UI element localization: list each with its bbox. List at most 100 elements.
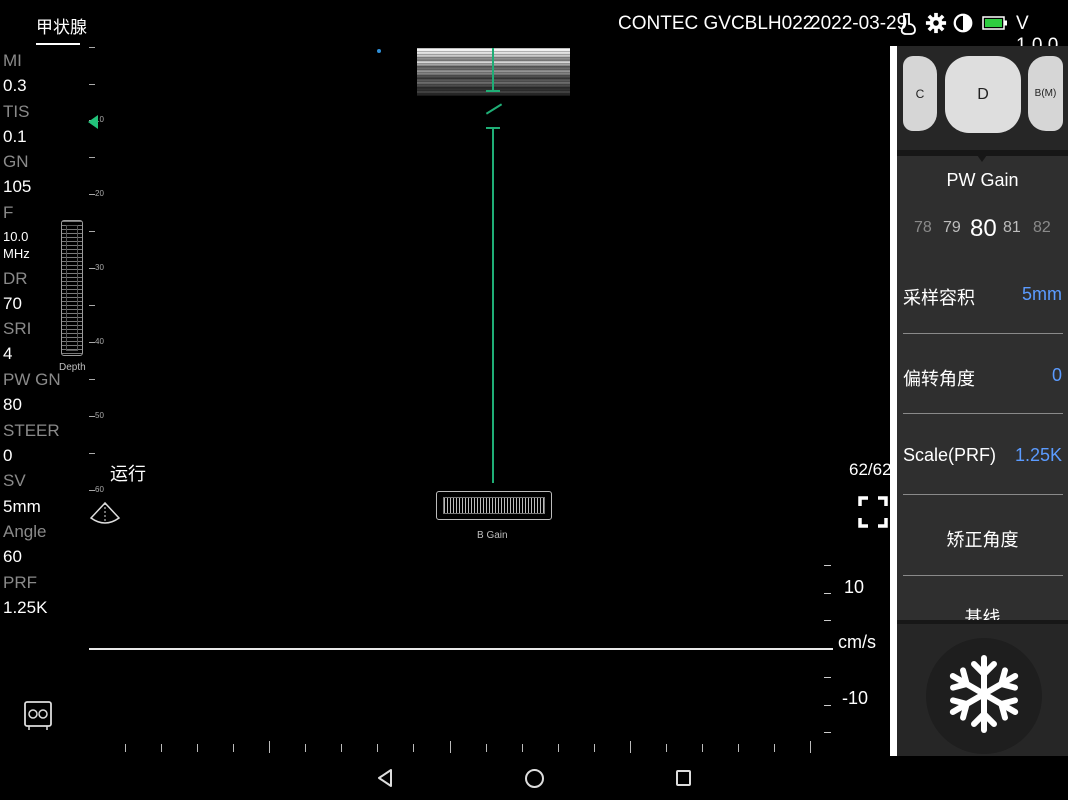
scale-prf-value[interactable]: 1.25K [1015,445,1062,466]
pw-gain-option[interactable]: 78 [914,219,932,237]
time-tick [810,741,811,753]
probe-icon[interactable] [898,12,918,36]
ruler-tick [89,305,95,306]
param-prf-value: 1.25K [3,598,48,617]
ruler-label: 20 [95,189,104,198]
frame-counter: 62/62 [849,460,892,479]
mode-button-d[interactable]: D [945,56,1021,133]
time-tick [413,744,414,752]
velocity-tick [824,565,831,566]
sample-volume-label[interactable]: 采样容积 [903,284,975,310]
velocity-tick [824,677,831,678]
nav-back-icon[interactable] [376,768,394,788]
fullscreen-icon[interactable] [858,496,888,528]
orientation-marker [377,49,381,53]
param-mi-label: MI [3,51,22,70]
param-tis-value: 0.1 [3,127,27,146]
time-tick [630,741,631,753]
menu-divider [903,413,1063,414]
panel-scroll-track[interactable] [890,46,897,756]
mode-button-bm[interactable]: B(M) [1028,56,1063,131]
time-tick [161,744,162,752]
time-tick [486,744,487,752]
baseline-button[interactable]: 基线 [897,604,1068,620]
contrast-icon[interactable] [952,12,974,34]
pw-gain-option[interactable]: 82 [1033,219,1051,237]
depth-slider[interactable] [61,220,83,356]
nav-recent-apps-icon[interactable] [676,770,691,786]
tab-thyroid[interactable]: 甲状腺 [36,13,87,38]
pw-gain-option[interactable]: 81 [1003,219,1021,237]
param-dr-value: 70 [3,294,22,313]
param-dr-label: DR [3,269,28,288]
selected-mode-indicator [977,155,987,162]
sample-volume-value[interactable]: 5mm [1022,284,1062,305]
steer-angle-value[interactable]: 0 [1052,365,1062,386]
param-sv-label: SV [3,471,26,490]
time-tick [197,744,198,752]
sector-probe-icon[interactable] [89,500,121,526]
time-tick [377,744,378,752]
ruler-label: 40 [95,337,104,346]
ruler-label: 50 [95,411,104,420]
time-tick [522,744,523,752]
param-angle-label: Angle [3,522,47,541]
param-gn-value: 105 [3,177,32,196]
tab-active-indicator [36,43,80,45]
param-mi-value: 0.3 [3,76,27,95]
pw-gain-current[interactable]: 80 [970,215,997,243]
velocity-min-label: -10 [842,688,869,708]
ruler-tick [89,231,95,232]
param-sri-label: SRI [3,319,32,338]
time-tick [305,744,306,752]
snowflake-icon[interactable] [940,650,1028,738]
ruler-label: 30 [95,263,104,272]
focus-marker[interactable] [88,115,98,129]
ruler-label: 60 [95,485,104,494]
doppler-sample-line[interactable] [492,128,494,483]
scale-prf-label[interactable]: Scale(PRF) [903,445,996,466]
param-tis-label: TIS [3,102,30,121]
param-prf-label: PRF [3,573,37,592]
pw-gain-option[interactable]: 79 [943,219,961,237]
time-tick [125,744,126,752]
steer-angle-label[interactable]: 偏转角度 [903,365,975,391]
doppler-sample-line[interactable] [492,48,494,92]
time-tick [233,744,234,752]
param-angle-value: 60 [3,547,22,566]
run-status[interactable]: 运行 [110,460,146,486]
angle-correction-marker[interactable] [485,103,503,115]
correct-angle-button[interactable]: 矫正角度 [897,526,1068,552]
velocity-tick [824,705,831,706]
param-sv-value: 5mm [3,497,41,516]
b-gain-slider[interactable] [436,491,552,520]
depth-label: Depth [59,362,86,373]
time-tick [702,744,703,752]
time-tick [666,744,667,752]
time-tick [594,744,595,752]
ruler-tick [89,84,95,85]
ruler-tick [89,379,95,380]
menu-divider [903,333,1063,334]
nav-home-icon[interactable] [525,769,544,788]
velocity-max-label: 10 [844,577,865,597]
sample-gate-top[interactable] [486,90,500,92]
battery-icon [982,16,1007,30]
param-pwgn-label: PW GN [3,370,61,389]
ruler-tick [89,157,95,158]
gear-icon[interactable] [925,12,947,34]
ruler-tick [89,453,95,454]
cine-loop-icon[interactable] [23,700,53,732]
spectrum-baseline[interactable] [89,648,833,650]
time-tick [341,744,342,752]
b-gain-label: B Gain [477,530,508,541]
time-tick [269,741,270,753]
time-tick [450,741,451,753]
device-model: CONTEC GVCBLH022 [618,13,814,34]
mode-button-c[interactable]: C [903,56,937,131]
velocity-tick [824,593,831,594]
date-display: 2022-03-29 [810,13,908,34]
param-f-value: 10.0 [3,229,29,244]
menu-divider [903,575,1063,576]
param-steer-label: STEER [3,421,60,440]
